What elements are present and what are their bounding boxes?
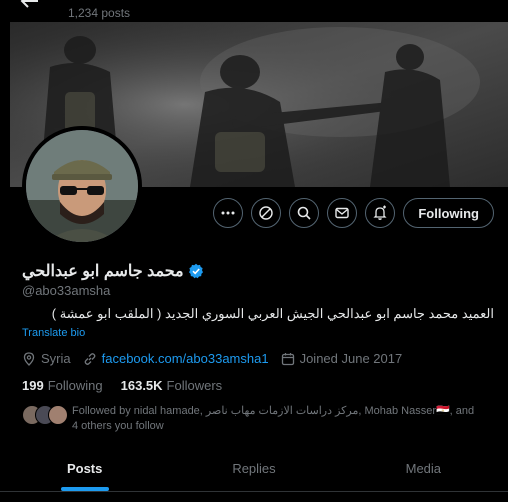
- profile-avatar[interactable]: [22, 126, 142, 246]
- following-count: 199: [22, 378, 44, 393]
- location-item: Syria: [22, 351, 71, 366]
- search-icon: [298, 206, 311, 220]
- more-icon: [221, 211, 235, 215]
- followers-count: 163.5K: [120, 378, 163, 393]
- message-button[interactable]: [327, 198, 358, 228]
- tab-posts-label: Posts: [66, 461, 103, 476]
- follower-avatar: [48, 405, 68, 425]
- notify-button[interactable]: [365, 198, 396, 228]
- profile-tabs: Posts Replies Media: [0, 446, 508, 492]
- profile-meta: Syria facebook.com/abo33amsha1 Joined Ju…: [22, 351, 414, 366]
- profile-bio: العميد محمد جاسم ابو عبدالحي الجيش العرب…: [51, 306, 494, 321]
- location-text: Syria: [41, 351, 71, 366]
- tab-posts[interactable]: Posts: [0, 446, 169, 491]
- display-name: محمد جاسم ابو عبدالحي: [22, 263, 184, 280]
- profile-actions: Following: [213, 198, 494, 228]
- location-pin-icon: [23, 351, 35, 366]
- message-icon: [335, 207, 350, 219]
- follow-counts: 199 Following 163.5K Followers: [22, 378, 222, 393]
- link-icon: [84, 352, 96, 365]
- followers-label: Followers: [166, 378, 223, 393]
- following-label: Following: [47, 378, 103, 393]
- tab-replies-label: Replies: [232, 461, 276, 476]
- follower-avatars: [22, 405, 70, 429]
- tab-media-label: Media: [405, 461, 442, 476]
- website-item: facebook.com/abo33amsha1: [83, 351, 269, 366]
- back-arrow-icon[interactable]: [20, 0, 40, 8]
- profile-handle: @abo33amsha: [22, 283, 111, 298]
- search-button[interactable]: [289, 198, 320, 228]
- grok-icon: [259, 206, 274, 220]
- joined-text: Joined June 2017: [299, 351, 403, 366]
- followers-count-link[interactable]: 163.5K Followers: [121, 378, 223, 393]
- grok-button[interactable]: [251, 198, 282, 228]
- joined-item: Joined June 2017: [281, 351, 403, 366]
- top-bar: 1,234 posts: [0, 0, 508, 22]
- tab-replies[interactable]: Replies: [169, 446, 338, 491]
- active-tab-indicator: [60, 487, 109, 491]
- notify-icon: [373, 205, 387, 220]
- post-count: 1,234 posts: [68, 6, 131, 20]
- website-link[interactable]: facebook.com/abo33amsha1: [102, 351, 269, 366]
- name-row: محمد جاسم ابو عبدالحي: [22, 261, 204, 281]
- following-button[interactable]: Following: [403, 198, 494, 228]
- followers-you-know-text: Followed by nidal hamade, مركز دراسات ال…: [72, 405, 475, 432]
- verified-badge-icon[interactable]: [188, 263, 204, 279]
- more-button[interactable]: [213, 198, 244, 228]
- followers-you-know[interactable]: Followed by nidal hamade, مركز دراسات ال…: [22, 404, 482, 434]
- tab-media[interactable]: Media: [339, 446, 508, 491]
- translate-bio-link[interactable]: Translate bio: [22, 327, 85, 339]
- calendar-icon: [281, 352, 294, 365]
- following-count-link[interactable]: 199 Following: [22, 378, 103, 393]
